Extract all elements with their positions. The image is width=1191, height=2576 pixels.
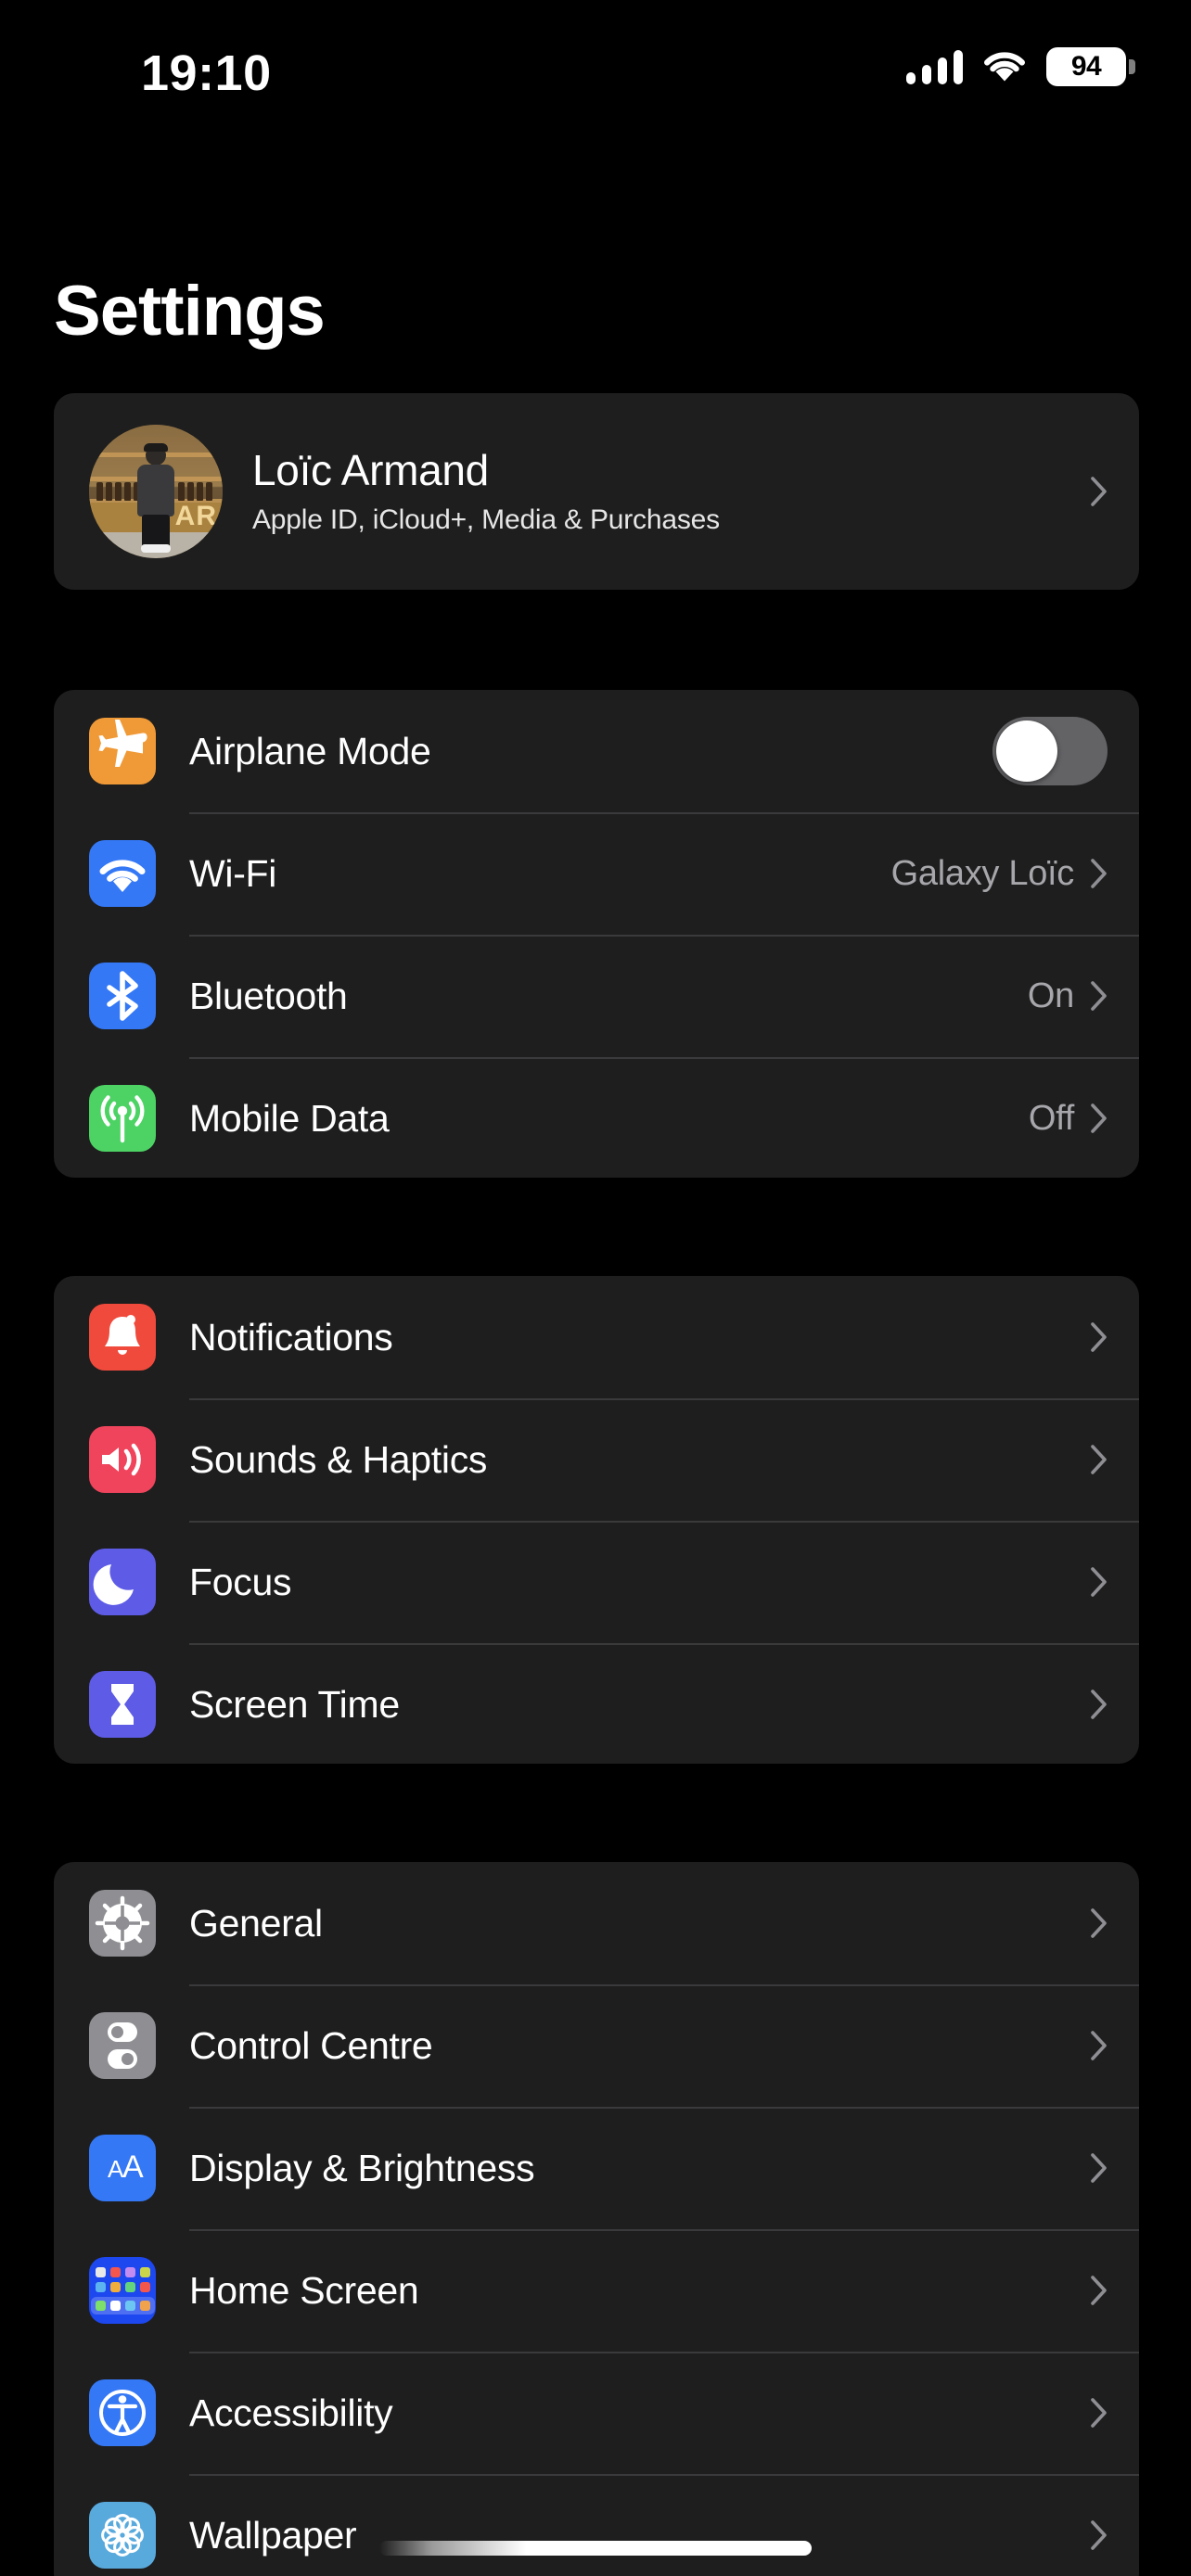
chevron-right-icon (1091, 1322, 1108, 1352)
chevron-right-icon (1091, 2276, 1108, 2305)
wifi-network-value: Galaxy Loïc (890, 853, 1075, 893)
settings-row-label: Control Centre (189, 2023, 433, 2067)
chevron-right-icon (1091, 859, 1108, 888)
settings-row-label: General (189, 1901, 323, 1945)
moon-icon (89, 1549, 156, 1615)
speaker-icon (89, 1426, 156, 1493)
settings-group-general: General Control Centre A A Display & Bri… (54, 1862, 1139, 2576)
settings-row-label: Accessibility (189, 2391, 393, 2434)
bluetooth-status-value: On (1027, 976, 1074, 1015)
settings-row-label: Screen Time (189, 1682, 400, 1726)
cellular-tower-icon (89, 1085, 156, 1152)
chevron-right-icon (1091, 981, 1108, 1011)
profile-name: Loïc Armand (252, 445, 489, 494)
settings-row-label: Notifications (189, 1315, 393, 1358)
settings-row-label: Bluetooth (189, 974, 348, 1017)
chevron-right-icon (1091, 2398, 1108, 2428)
settings-row-mobile-data[interactable]: Mobile Data Off (54, 1057, 1139, 1178)
chevron-right-icon (1091, 1908, 1108, 1938)
settings-scroll-area[interactable]: AR Loïc Armand Apple ID, iCloud+, Media … (0, 0, 1191, 2576)
settings-row-display-brightness[interactable]: A A Display & Brightness (54, 2107, 1139, 2229)
mobile-data-status-value: Off (1028, 1098, 1074, 1138)
settings-row-screen-time[interactable]: Screen Time (54, 1643, 1139, 1764)
settings-row-accessibility[interactable]: Accessibility (54, 2352, 1139, 2474)
chevron-right-icon (1091, 2520, 1108, 2550)
settings-screen: 19:10 94 Settings AR Loïc Armand Apple I… (0, 0, 1191, 2576)
gear-icon (89, 1890, 156, 1957)
chevron-right-icon (1091, 1445, 1108, 1474)
settings-row-wallpaper[interactable]: Wallpaper (54, 2474, 1139, 2576)
apple-id-row[interactable]: AR Loïc Armand Apple ID, iCloud+, Media … (54, 393, 1139, 590)
settings-row-focus[interactable]: Focus (54, 1521, 1139, 1643)
settings-row-sounds-haptics[interactable]: Sounds & Haptics (54, 1398, 1139, 1521)
settings-row-general[interactable]: General (54, 1862, 1139, 1984)
svg-text:A: A (122, 2149, 144, 2185)
home-indicator[interactable] (379, 2541, 812, 2556)
settings-row-label: Airplane Mode (189, 729, 431, 772)
settings-row-notifications[interactable]: Notifications (54, 1276, 1139, 1398)
hourglass-icon (89, 1671, 156, 1738)
chevron-right-icon (1091, 2031, 1108, 2060)
settings-row-home-screen[interactable]: Home Screen (54, 2229, 1139, 2352)
settings-row-label: Display & Brightness (189, 2146, 535, 2189)
home-screen-grid-icon (89, 2257, 156, 2324)
bluetooth-icon (89, 963, 156, 1029)
settings-row-label: Wi-Fi (189, 851, 277, 895)
wallpaper-flower-icon (89, 2502, 156, 2569)
chevron-right-icon (1091, 477, 1108, 506)
settings-row-label: Home Screen (189, 2268, 419, 2312)
settings-row-bluetooth[interactable]: Bluetooth On (54, 935, 1139, 1057)
settings-row-label: Wallpaper (189, 2513, 357, 2557)
accessibility-icon (89, 2379, 156, 2446)
chevron-right-icon (1091, 1690, 1108, 1719)
chevron-right-icon (1091, 1103, 1108, 1133)
wifi-icon (89, 840, 156, 907)
airplane-mode-toggle[interactable] (992, 717, 1108, 785)
settings-group-notifications: Notifications Sounds & Haptics Focus Scr… (54, 1276, 1139, 1764)
settings-row-label: Mobile Data (189, 1096, 390, 1140)
airplane-icon (89, 718, 156, 784)
profile-subtitle: Apple ID, iCloud+, Media & Purchases (252, 504, 720, 536)
settings-row-airplane-mode[interactable]: Airplane Mode (54, 690, 1139, 812)
settings-row-label: Sounds & Haptics (189, 1437, 488, 1481)
settings-row-label: Focus (189, 1560, 292, 1603)
display-aa-icon: A A (89, 2135, 156, 2201)
chevron-right-icon (1091, 1567, 1108, 1597)
settings-row-wifi[interactable]: Wi-Fi Galaxy Loïc (54, 812, 1139, 935)
chevron-right-icon (1091, 2153, 1108, 2183)
apple-id-card[interactable]: AR Loïc Armand Apple ID, iCloud+, Media … (54, 393, 1139, 590)
settings-group-connectivity: Airplane Mode Wi-Fi Galaxy Loïc Bluetoot… (54, 690, 1139, 1178)
control-toggles-icon (89, 2012, 156, 2079)
bell-icon (89, 1304, 156, 1371)
settings-row-control-centre[interactable]: Control Centre (54, 1984, 1139, 2107)
profile-avatar: AR (89, 425, 223, 558)
